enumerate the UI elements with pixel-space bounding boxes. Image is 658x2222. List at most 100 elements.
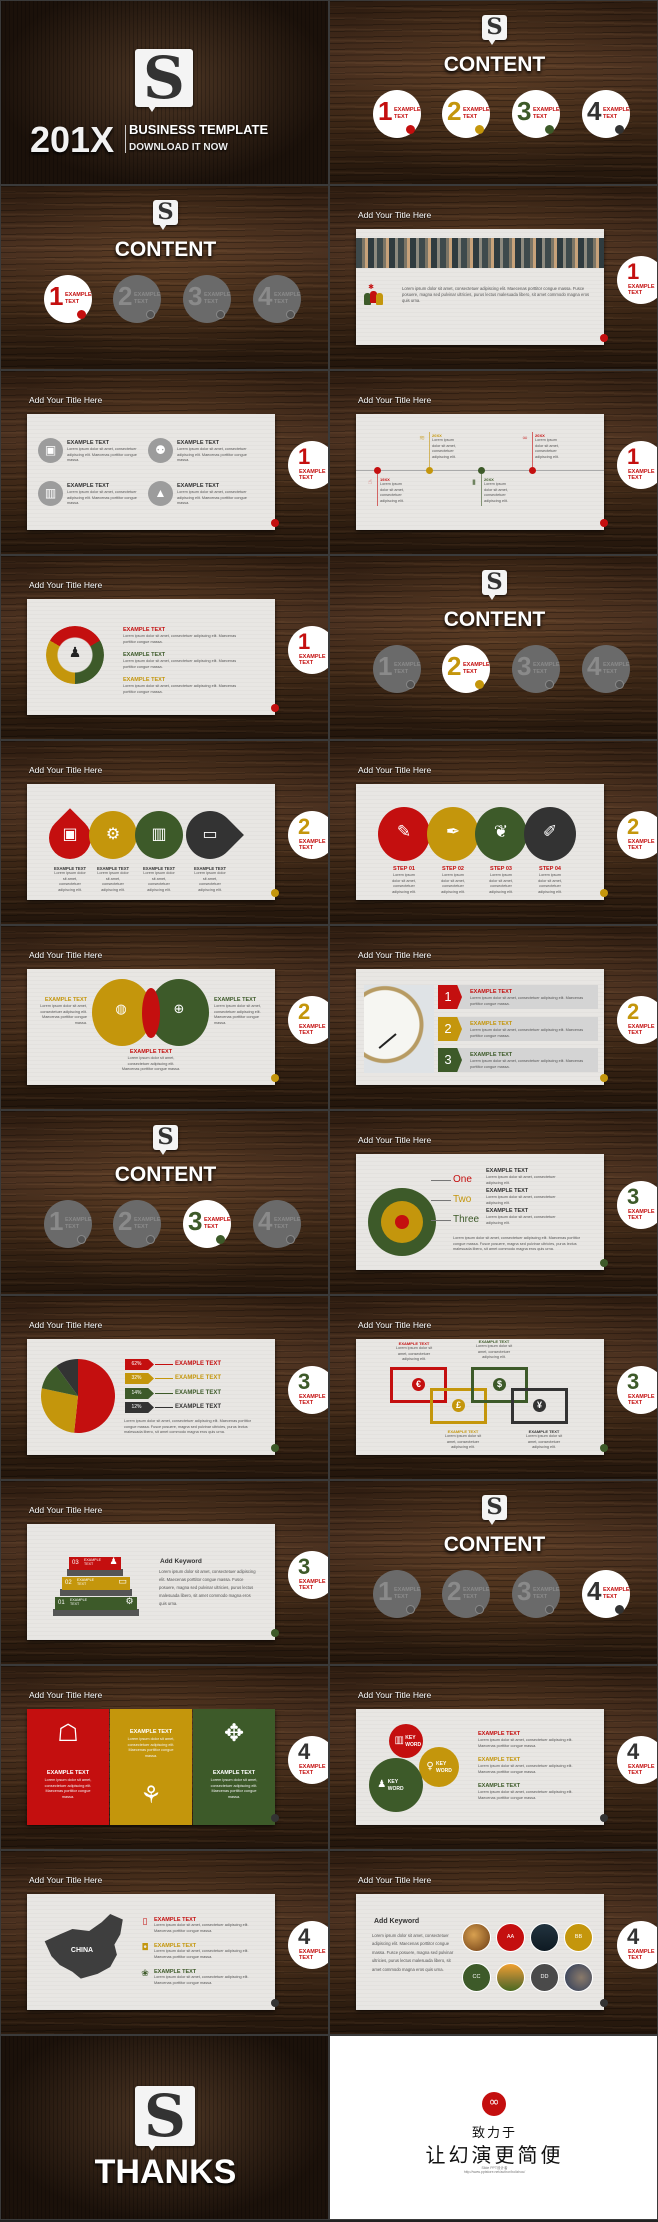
slide-12-clock[interactable]: Add Your Title Here 1 EXAMPLE TEXT Lorem ip… — [329, 925, 658, 1110]
content-item-1[interactable]: 1 EXAMPLE TEXT — [373, 90, 421, 138]
list-row: 3 EXAMPLE TEXT Lorem ipsum dolor sit amet,… — [438, 1048, 598, 1072]
content-item-3[interactable]: 3 EXAMPLE TEXT — [512, 1570, 560, 1618]
row-text: Lorem ipsum dolor sit amet, consectetuer… — [470, 996, 584, 1006]
content-card: ☝ 19XX Lorem ipsum dolor sit amet, consect… — [356, 414, 604, 530]
section-badge: 4 EXAMPLE TEXT — [288, 1921, 328, 1969]
content-item-1[interactable]: 1 EXAMPLE TEXT — [373, 645, 421, 693]
currency-symbol: $ — [496, 1379, 502, 1389]
item-text: Lorem ipsum dolor sit amet, consectetuer… — [194, 871, 226, 892]
slide-21-map[interactable]: Add Your Title Here CHINA ▯ EXAMPLE TEXT Lor… — [0, 1850, 329, 2035]
content-item-3[interactable]: 3 EXAMPLE TEXT — [512, 645, 560, 693]
content-item-1[interactable]: 1 EXAMPLE TEXT — [373, 1570, 421, 1618]
item-label: EXAMPLE TEXT — [204, 292, 231, 305]
section-label: EXAMPLE TEXT — [628, 1209, 655, 1222]
item-label: EXAMPLE TEXT — [603, 1587, 630, 1600]
item-label: EXAMPLE TEXT — [533, 107, 560, 120]
photo-circle — [530, 1923, 559, 1952]
slide-19-columns[interactable]: Add Your Title Here ☖ EXAMPLE TEXT Lorem ip… — [0, 1665, 329, 1850]
slide-24-end[interactable]: ∞ 致力于 让幻演更简便 Slide PPT设计者 http://www.pptstor… — [329, 2035, 658, 2220]
slide-5-icongrid[interactable]: Add Your Title Here ▣ EXAMPLE TEXT Lorem ip… — [0, 370, 329, 555]
item-label: EXAMPLE TEXT — [463, 662, 490, 675]
corner-dot — [271, 1074, 279, 1082]
credit-url: http://www.pptstore.net/author/bolizhou/ — [463, 2170, 526, 2174]
slide-9-drops[interactable]: Add Your Title Here ▣ EXAMPLE TEXT Lorem ip… — [0, 740, 329, 925]
item-label: EXAMPLE TEXT — [463, 1587, 490, 1600]
growth-chart-icon: ▥ — [394, 1735, 404, 1746]
brush-icon: ✐ — [542, 822, 558, 842]
brain-icon: ◍ — [115, 1002, 127, 1017]
trash-icon: ▥ — [151, 824, 167, 843]
content-item-3[interactable]: 3 EXAMPLE TEXT — [512, 90, 560, 138]
item-heading: EXAMPLE TEXT — [123, 627, 166, 633]
body-text: Lorem ipsum dolor sit amet, consectetuer… — [453, 1236, 581, 1251]
slide-1-cover[interactable]: S 201X BUSINESS TEMPLATE DOWNLOAD IT NOW — [0, 0, 329, 185]
bottom-heading: EXAMPLE TEXT — [129, 1049, 173, 1055]
slide-20-keywords[interactable]: Add Your Title Here ▥ KEY WORD ♀ KEY WORD ♟ KE… — [329, 1665, 658, 1850]
section-badge: 4 EXAMPLE TEXT — [617, 1736, 657, 1784]
slide-4-photo[interactable]: Add Your Title Here ✱ Lorem ipsum dolor si… — [329, 185, 658, 370]
slide-16-currency[interactable]: Add Your Title Here € £ $ ¥ EXAMPLE TEXT Lorem… — [329, 1295, 658, 1480]
slide-title: Add Your Title Here — [29, 1690, 103, 1700]
slide-22-gallery[interactable]: Add Your Title Here Add Keyword Lorem ipsu… — [329, 1850, 658, 2035]
content-item-4[interactable]: 4 EXAMPLE TEXT — [582, 1570, 630, 1618]
slide-15-pie[interactable]: Add Your Title Here 62% EXAMPLE TEXT 32% EXA… — [0, 1295, 329, 1480]
slide-14-target[interactable]: Add Your Title Here One EXAMPLE TEXT Lorem … — [329, 1110, 658, 1295]
lightbulb-icon: ♀ — [426, 1761, 434, 1772]
section-label: EXAMPLE TEXT — [628, 284, 655, 297]
item-heading: EXAMPLE TEXT — [478, 1731, 521, 1737]
body-text: Lorem ipsum dolor sit amet, consectetuer… — [372, 1933, 454, 1972]
target-label: Three — [453, 1214, 480, 1225]
slide-2-content[interactable]: S CONTENT 1 EXAMPLE TEXT 2 EXAMPLE TEXT 3 EXAMP… — [329, 0, 658, 185]
venn-overlap — [142, 988, 160, 1038]
item-heading: EXAMPLE TEXT — [177, 440, 220, 446]
content-item-2[interactable]: 2 EXAMPLE TEXT — [442, 645, 490, 693]
content-item-1[interactable]: 1 EXAMPLE TEXT — [44, 275, 92, 323]
slide-11-venn[interactable]: Add Your Title Here ◍ ⊕ EXAMPLE TEXT Lorem i… — [0, 925, 329, 1110]
item-text: Lorem ipsum dolor sit amet, consectetuer… — [97, 871, 129, 892]
content-card: ☖ EXAMPLE TEXT Lorem ipsum dolor sit amet,… — [27, 1709, 275, 1825]
content-item-2[interactable]: 2 EXAMPLE TEXT — [113, 275, 161, 323]
row-number-tag: 2 — [438, 1017, 462, 1041]
slide-13-content[interactable]: S CONTENT 1 EXAMPLE TEXT 2 EXAMPLE TEXT 3 EXAMP… — [0, 1110, 329, 1295]
keyword-label: KEY WORD — [405, 1735, 422, 1748]
item-dot — [286, 310, 295, 319]
item-text: Lorem ipsum dolor sit amet, consectetuer… — [67, 490, 137, 505]
keyword-heading: Add Keyword — [160, 1558, 202, 1565]
content-item-2[interactable]: 2 EXAMPLE TEXT — [442, 1570, 490, 1618]
slide-3-content[interactable]: S CONTENT 1 EXAMPLE TEXT 2 EXAMPLE TEXT 3 EXAMP… — [0, 185, 329, 370]
item-number: 1 — [378, 1576, 393, 1606]
slide-8-content[interactable]: S CONTENT 1 EXAMPLE TEXT 2 EXAMPLE TEXT 3 EXAMP… — [329, 555, 658, 740]
slide-6-timeline[interactable]: Add Your Title Here ☝ 19XX Lorem ipsum dolo… — [329, 370, 658, 555]
keyword-circle: DD — [530, 1963, 559, 1992]
item-text: Lorem ipsum dolor sit amet, consectetuer… — [123, 659, 237, 669]
section-badge: 1 EXAMPLE TEXT — [617, 441, 657, 489]
section-label: EXAMPLE TEXT — [628, 469, 655, 482]
slide-10-steps[interactable]: Add Your Title Here ✎ STEP 01 Lorem ipsum d… — [329, 740, 658, 925]
pen-nib-icon: ✒ — [445, 822, 461, 842]
section-number: 1 — [627, 259, 640, 284]
content-item-3[interactable]: 3 EXAMPLE TEXT — [183, 1200, 231, 1248]
item-dot — [146, 1235, 155, 1244]
content-item-2[interactable]: 2 EXAMPLE TEXT — [113, 1200, 161, 1248]
slide-23-thanks[interactable]: S THANKS — [0, 2035, 329, 2220]
item-number: 2 — [118, 281, 133, 311]
content-item-2[interactable]: 2 EXAMPLE TEXT — [442, 90, 490, 138]
item-heading: EXAMPLE TEXT — [478, 1757, 521, 1763]
slide-7-cycle[interactable]: Add Your Title Here ♟ EXAMPLE TEXT Lorem ip… — [0, 555, 329, 740]
section-label: EXAMPLE TEXT — [299, 1394, 326, 1407]
content-item-4[interactable]: 4 EXAMPLE TEXT — [253, 1200, 301, 1248]
hand-pointer-icon: ☝ — [367, 478, 373, 486]
slide-title: Add Your Title Here — [29, 950, 103, 960]
percent-label: 32% — [131, 1375, 142, 1381]
content-item-3[interactable]: 3 EXAMPLE TEXT — [183, 275, 231, 323]
section-badge: 3 EXAMPLE TEXT — [617, 1366, 657, 1414]
content-item-4[interactable]: 4 EXAMPLE TEXT — [253, 275, 301, 323]
content-item-4[interactable]: 4 EXAMPLE TEXT — [582, 90, 630, 138]
content-item-1[interactable]: 1 EXAMPLE TEXT — [44, 1200, 92, 1248]
slide-17-stairs[interactable]: Add Your Title Here 03 EXAMPLE TEXT ♟ 02 EXAM… — [0, 1480, 329, 1665]
item-dot — [475, 1605, 484, 1614]
content-item-4[interactable]: 4 EXAMPLE TEXT — [582, 645, 630, 693]
item-number: 2 — [447, 651, 462, 681]
slide-18-content[interactable]: S CONTENT 1 EXAMPLE TEXT 2 EXAMPLE TEXT 3 EXAMP… — [329, 1480, 658, 1665]
circle-label: CC — [472, 1974, 481, 1980]
